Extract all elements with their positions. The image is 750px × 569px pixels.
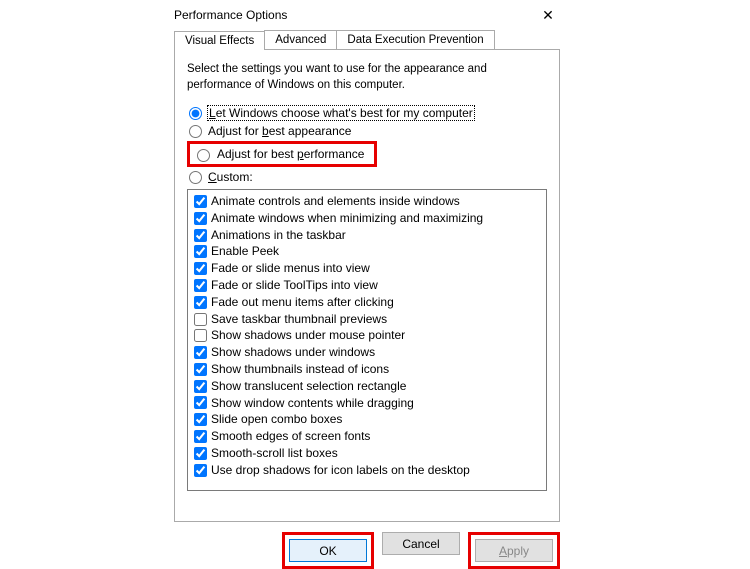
check-input[interactable] xyxy=(194,296,207,309)
tab-dep[interactable]: Data Execution Prevention xyxy=(336,30,494,49)
check-label: Show translucent selection rectangle xyxy=(211,378,406,395)
check-row[interactable]: Animate windows when minimizing and maxi… xyxy=(194,210,540,227)
tab-label: Visual Effects xyxy=(185,35,254,47)
apply-button[interactable]: Apply xyxy=(475,539,553,562)
titlebar: Performance Options ✕ xyxy=(166,0,568,30)
ok-button[interactable]: OK xyxy=(289,539,367,562)
check-input[interactable] xyxy=(194,396,207,409)
check-label: Use drop shadows for icon labels on the … xyxy=(211,462,470,479)
check-label: Smooth-scroll list boxes xyxy=(211,445,338,462)
check-label: Show shadows under mouse pointer xyxy=(211,327,405,344)
check-row[interactable]: Fade out menu items after clicking xyxy=(194,294,540,311)
radio-custom-label: Custom: xyxy=(208,170,253,184)
check-row[interactable]: Show shadows under windows xyxy=(194,344,540,361)
check-row[interactable]: Show window contents while dragging xyxy=(194,395,540,412)
radio-best-performance-label: Adjust for best performance xyxy=(217,147,364,161)
check-label: Animate windows when minimizing and maxi… xyxy=(211,210,483,227)
check-input[interactable] xyxy=(194,430,207,443)
check-row[interactable]: Enable Peek xyxy=(194,243,540,260)
check-row[interactable]: Save taskbar thumbnail previews xyxy=(194,311,540,328)
check-label: Show shadows under windows xyxy=(211,344,375,361)
check-row[interactable]: Show thumbnails instead of icons xyxy=(194,361,540,378)
check-label: Fade or slide menus into view xyxy=(211,260,370,277)
radio-best-performance-input[interactable] xyxy=(197,149,210,162)
check-label: Show thumbnails instead of icons xyxy=(211,361,389,378)
close-button[interactable]: ✕ xyxy=(528,0,568,30)
radio-best-appearance-label: Adjust for best appearance xyxy=(208,124,351,138)
check-input[interactable] xyxy=(194,447,207,460)
highlight-best-performance: Adjust for best performance xyxy=(187,141,377,167)
radio-let-windows-label: Let Windows choose what's best for my co… xyxy=(208,106,474,120)
check-input[interactable] xyxy=(194,464,207,477)
check-input[interactable] xyxy=(194,380,207,393)
check-row[interactable]: Use drop shadows for icon labels on the … xyxy=(194,462,540,479)
check-label: Slide open combo boxes xyxy=(211,411,342,428)
radio-let-windows-input[interactable] xyxy=(189,107,202,120)
check-input[interactable] xyxy=(194,262,207,275)
performance-options-dialog: Performance Options ✕ Visual Effects Adv… xyxy=(166,0,568,561)
check-row[interactable]: Slide open combo boxes xyxy=(194,411,540,428)
radio-custom-input[interactable] xyxy=(189,171,202,184)
highlight-apply: Apply xyxy=(468,532,560,569)
check-row[interactable]: Smooth edges of screen fonts xyxy=(194,428,540,445)
check-input[interactable] xyxy=(194,363,207,376)
visual-effects-panel: Select the settings you want to use for … xyxy=(174,50,560,522)
effects-checklist[interactable]: Animate controls and elements inside win… xyxy=(187,189,547,491)
check-label: Show window contents while dragging xyxy=(211,395,414,412)
tab-label: Advanced xyxy=(275,34,326,46)
check-input[interactable] xyxy=(194,413,207,426)
highlight-ok: OK xyxy=(282,532,374,569)
check-row[interactable]: Animate controls and elements inside win… xyxy=(194,193,540,210)
tab-label: Data Execution Prevention xyxy=(347,34,483,46)
check-row[interactable]: Fade or slide ToolTips into view xyxy=(194,277,540,294)
check-input[interactable] xyxy=(194,329,207,342)
check-row[interactable]: Show shadows under mouse pointer xyxy=(194,327,540,344)
check-row[interactable]: Smooth-scroll list boxes xyxy=(194,445,540,462)
check-input[interactable] xyxy=(194,279,207,292)
check-label: Fade or slide ToolTips into view xyxy=(211,277,378,294)
button-bar: OK Cancel Apply xyxy=(174,532,560,569)
check-row[interactable]: Animations in the taskbar xyxy=(194,227,540,244)
check-label: Fade out menu items after clicking xyxy=(211,294,394,311)
tab-advanced[interactable]: Advanced xyxy=(264,30,337,49)
tab-strip: Visual Effects Advanced Data Execution P… xyxy=(174,30,560,50)
instruction-text: Select the settings you want to use for … xyxy=(187,62,547,93)
close-icon: ✕ xyxy=(542,7,554,24)
check-input[interactable] xyxy=(194,346,207,359)
radio-let-windows[interactable]: Let Windows choose what's best for my co… xyxy=(187,105,547,121)
check-label: Animations in the taskbar xyxy=(211,227,346,244)
cancel-button[interactable]: Cancel xyxy=(382,532,460,555)
check-row[interactable]: Show translucent selection rectangle xyxy=(194,378,540,395)
tab-visual-effects[interactable]: Visual Effects xyxy=(174,31,265,50)
check-input[interactable] xyxy=(194,313,207,326)
radio-custom[interactable]: Custom: xyxy=(187,169,547,185)
window-title: Performance Options xyxy=(174,8,528,22)
radio-best-appearance-input[interactable] xyxy=(189,125,202,138)
check-label: Animate controls and elements inside win… xyxy=(211,193,460,210)
radio-best-appearance[interactable]: Adjust for best appearance xyxy=(187,123,547,139)
check-input[interactable] xyxy=(194,229,207,242)
check-input[interactable] xyxy=(194,195,207,208)
check-input[interactable] xyxy=(194,212,207,225)
check-label: Save taskbar thumbnail previews xyxy=(211,311,387,328)
check-label: Enable Peek xyxy=(211,243,279,260)
check-label: Smooth edges of screen fonts xyxy=(211,428,370,445)
check-input[interactable] xyxy=(194,245,207,258)
check-row[interactable]: Fade or slide menus into view xyxy=(194,260,540,277)
